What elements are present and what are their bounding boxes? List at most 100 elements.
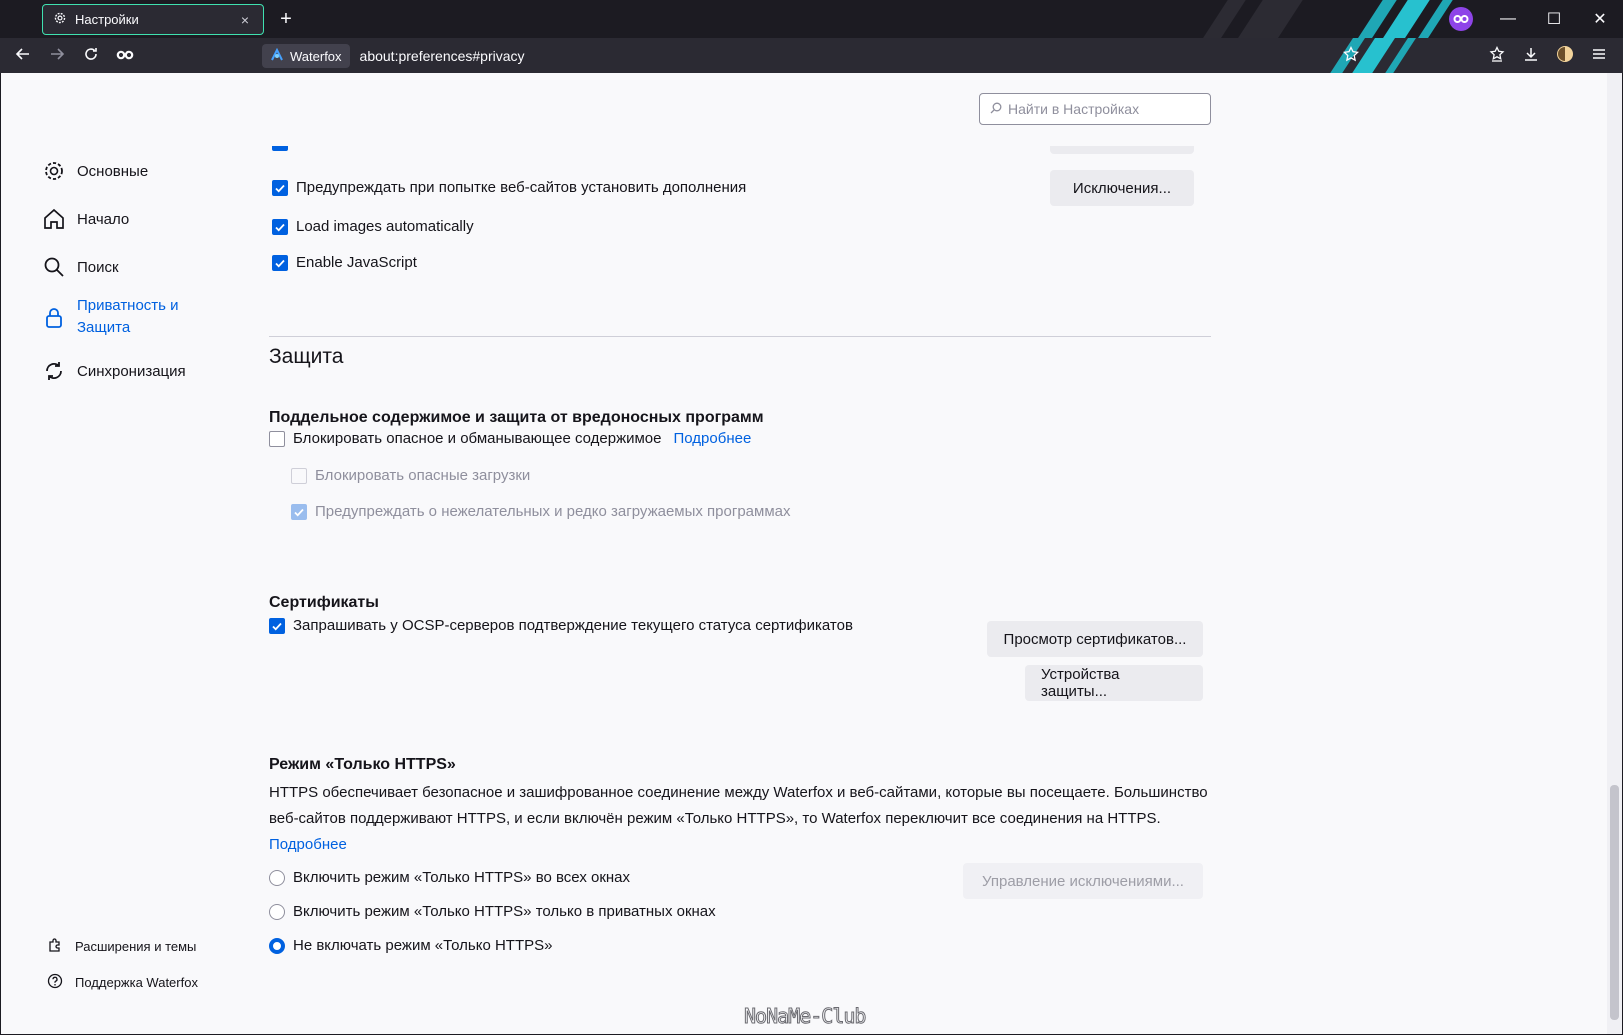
block-dangerous-label: Блокировать опасное и обманывающее содер… <box>293 430 662 447</box>
https-all-windows-radio[interactable] <box>269 869 285 886</box>
view-certificates-button[interactable]: Просмотр сертификатов... <box>987 621 1203 657</box>
scrolled-button-edge <box>1050 146 1194 154</box>
warn-addons-checkbox[interactable] <box>272 179 288 196</box>
sidebar-item-label: Синхронизация <box>77 362 186 380</box>
privacy-security-pane: Предупреждать при попытке веб-сайтов уст… <box>269 73 1211 1034</box>
support-link[interactable]: Поддержка Waterfox <box>47 964 267 1000</box>
certificates-heading: Сертификаты <box>269 594 379 611</box>
https-private-radio[interactable] <box>269 903 285 920</box>
title-bar: Настройки × + — ☐ ✕ <box>0 0 1623 38</box>
back-arrow-icon <box>15 46 31 66</box>
footer-link-label: Поддержка Waterfox <box>75 974 198 990</box>
url-text[interactable]: about:preferences#privacy <box>360 48 525 64</box>
gear-icon <box>53 11 67 28</box>
sidebar-item-label: Приватность и Защита <box>77 297 179 336</box>
help-icon <box>47 973 63 992</box>
sidebar-item-sync[interactable]: Синхронизация <box>41 351 241 391</box>
https-off-radio[interactable] <box>269 937 285 954</box>
avatar-icon <box>1556 45 1574 67</box>
load-images-label: Load images automatically <box>296 218 474 235</box>
https-private-row[interactable]: Включить режим «Только HTTPS» только в п… <box>269 903 716 920</box>
waterfox-logo-icon <box>270 47 284 65</box>
block-dangerous-row[interactable]: Блокировать опасное и обманывающее содер… <box>269 430 751 447</box>
addons-themes-link[interactable]: Расширения и темы <box>47 928 267 964</box>
security-devices-button[interactable]: Устройства защиты... <box>1025 665 1203 701</box>
downloads-button[interactable] <box>1516 41 1546 71</box>
url-bar[interactable]: Waterfox about:preferences#privacy <box>262 41 1352 71</box>
lock-icon <box>41 305 67 331</box>
close-window-button[interactable]: ✕ <box>1577 0 1623 38</box>
deceptive-content-heading: Поддельное содержимое и защита от вредон… <box>269 409 764 426</box>
enable-js-checkbox[interactable] <box>272 254 288 271</box>
enable-js-row[interactable]: Enable JavaScript <box>272 254 417 271</box>
load-images-row[interactable]: Load images automatically <box>272 218 474 235</box>
back-button[interactable] <box>8 41 38 71</box>
puzzle-icon <box>47 937 63 956</box>
warn-unwanted-checkbox[interactable] <box>291 503 307 520</box>
download-icon <box>1523 46 1539 66</box>
sidebar-item-privacy[interactable]: Приватность и Защита <box>41 295 241 343</box>
mask-icon <box>116 48 134 65</box>
scrolled-checkbox-edge <box>272 146 288 151</box>
https-description-text: HTTPS обеспечивает безопасное и зашифров… <box>269 784 1208 827</box>
ocsp-label: Запрашивать у OCSP-серверов подтверждени… <box>293 617 853 634</box>
star-list-icon <box>1489 45 1505 66</box>
tab-title: Настройки <box>75 12 139 27</box>
security-heading: Защита <box>269 345 344 368</box>
block-downloads-checkbox[interactable] <box>291 467 307 484</box>
block-downloads-row: Блокировать опасные загрузки <box>291 467 530 484</box>
ocsp-row[interactable]: Запрашивать у OCSP-серверов подтверждени… <box>269 617 853 634</box>
sidebar-item-label: Поиск <box>77 258 119 276</box>
https-all-windows-label: Включить режим «Только HTTPS» во всех ок… <box>293 869 631 886</box>
sidebar-item-label: Основные <box>77 162 149 180</box>
https-private-label: Включить режим «Только HTTPS» только в п… <box>293 903 716 920</box>
https-off-row[interactable]: Не включать режим «Только HTTPS» <box>269 937 552 954</box>
learn-more-link[interactable]: Подробнее <box>674 430 752 447</box>
sidebar-item-home[interactable]: Начало <box>41 199 241 239</box>
close-tab-icon[interactable]: × <box>237 12 253 28</box>
https-learn-more-link[interactable]: Подробнее <box>269 836 347 853</box>
block-downloads-label: Блокировать опасные загрузки <box>315 467 531 484</box>
minimize-button[interactable]: — <box>1485 0 1531 38</box>
sidebar-item-search[interactable]: Поиск <box>41 247 241 287</box>
window-controls: — ☐ ✕ <box>1449 0 1623 38</box>
https-only-description: HTTPS обеспечивает безопасное и зашифров… <box>269 780 1211 858</box>
hamburger-menu-icon <box>1591 46 1607 66</box>
account-button[interactable] <box>1550 41 1580 71</box>
gear-icon <box>41 158 67 184</box>
bookmark-star-button[interactable] <box>1336 41 1366 71</box>
enable-js-label: Enable JavaScript <box>296 254 417 271</box>
private-browsing-button[interactable] <box>110 41 140 71</box>
maximize-button[interactable]: ☐ <box>1531 0 1577 38</box>
addons-exceptions-button[interactable]: Исключения... <box>1050 170 1194 206</box>
warn-addons-row[interactable]: Предупреждать при попытке веб-сайтов уст… <box>272 179 746 196</box>
warn-addons-label: Предупреждать при попытке веб-сайтов уст… <box>296 179 747 196</box>
sidebar-item-general[interactable]: Основные <box>41 151 241 191</box>
sidebar-footer: Расширения и темы Поддержка Waterfox <box>47 928 267 1000</box>
sidebar-item-label: Начало <box>77 210 130 228</box>
reload-button[interactable] <box>76 41 106 71</box>
tab-settings[interactable]: Настройки × <box>42 4 264 35</box>
ocsp-checkbox[interactable] <box>269 617 285 634</box>
scrollbar-thumb[interactable] <box>1610 785 1619 1020</box>
block-dangerous-checkbox[interactable] <box>269 430 285 447</box>
https-off-label: Не включать режим «Только HTTPS» <box>293 937 553 954</box>
warn-unwanted-label: Предупреждать о нежелательных и редко за… <box>315 503 791 520</box>
warn-unwanted-row: Предупреждать о нежелательных и редко за… <box>291 503 790 520</box>
private-mask-icon[interactable] <box>1449 7 1473 31</box>
identity-box[interactable]: Waterfox <box>262 44 350 68</box>
home-icon <box>41 206 67 232</box>
app-menu-button[interactable] <box>1584 41 1614 71</box>
watermark: NoNaMe-Club <box>743 1004 866 1029</box>
https-all-windows-row[interactable]: Включить режим «Только HTTPS» во всех ок… <box>269 869 630 886</box>
save-to-pocket-button[interactable] <box>1482 41 1512 71</box>
load-images-checkbox[interactable] <box>272 218 288 235</box>
search-icon <box>41 254 67 280</box>
new-tab-button[interactable]: + <box>272 6 300 32</box>
forward-button[interactable] <box>42 41 72 71</box>
preferences-page: Найти в Настройках Основные Начало Поиск <box>1 73 1607 1034</box>
forward-arrow-icon <box>49 46 65 66</box>
manage-exceptions-button[interactable]: Управление исключениями... <box>963 863 1203 899</box>
https-only-heading: Режим «Только HTTPS» <box>269 756 456 773</box>
navigation-toolbar: Waterfox about:preferences#privacy <box>0 38 1623 73</box>
